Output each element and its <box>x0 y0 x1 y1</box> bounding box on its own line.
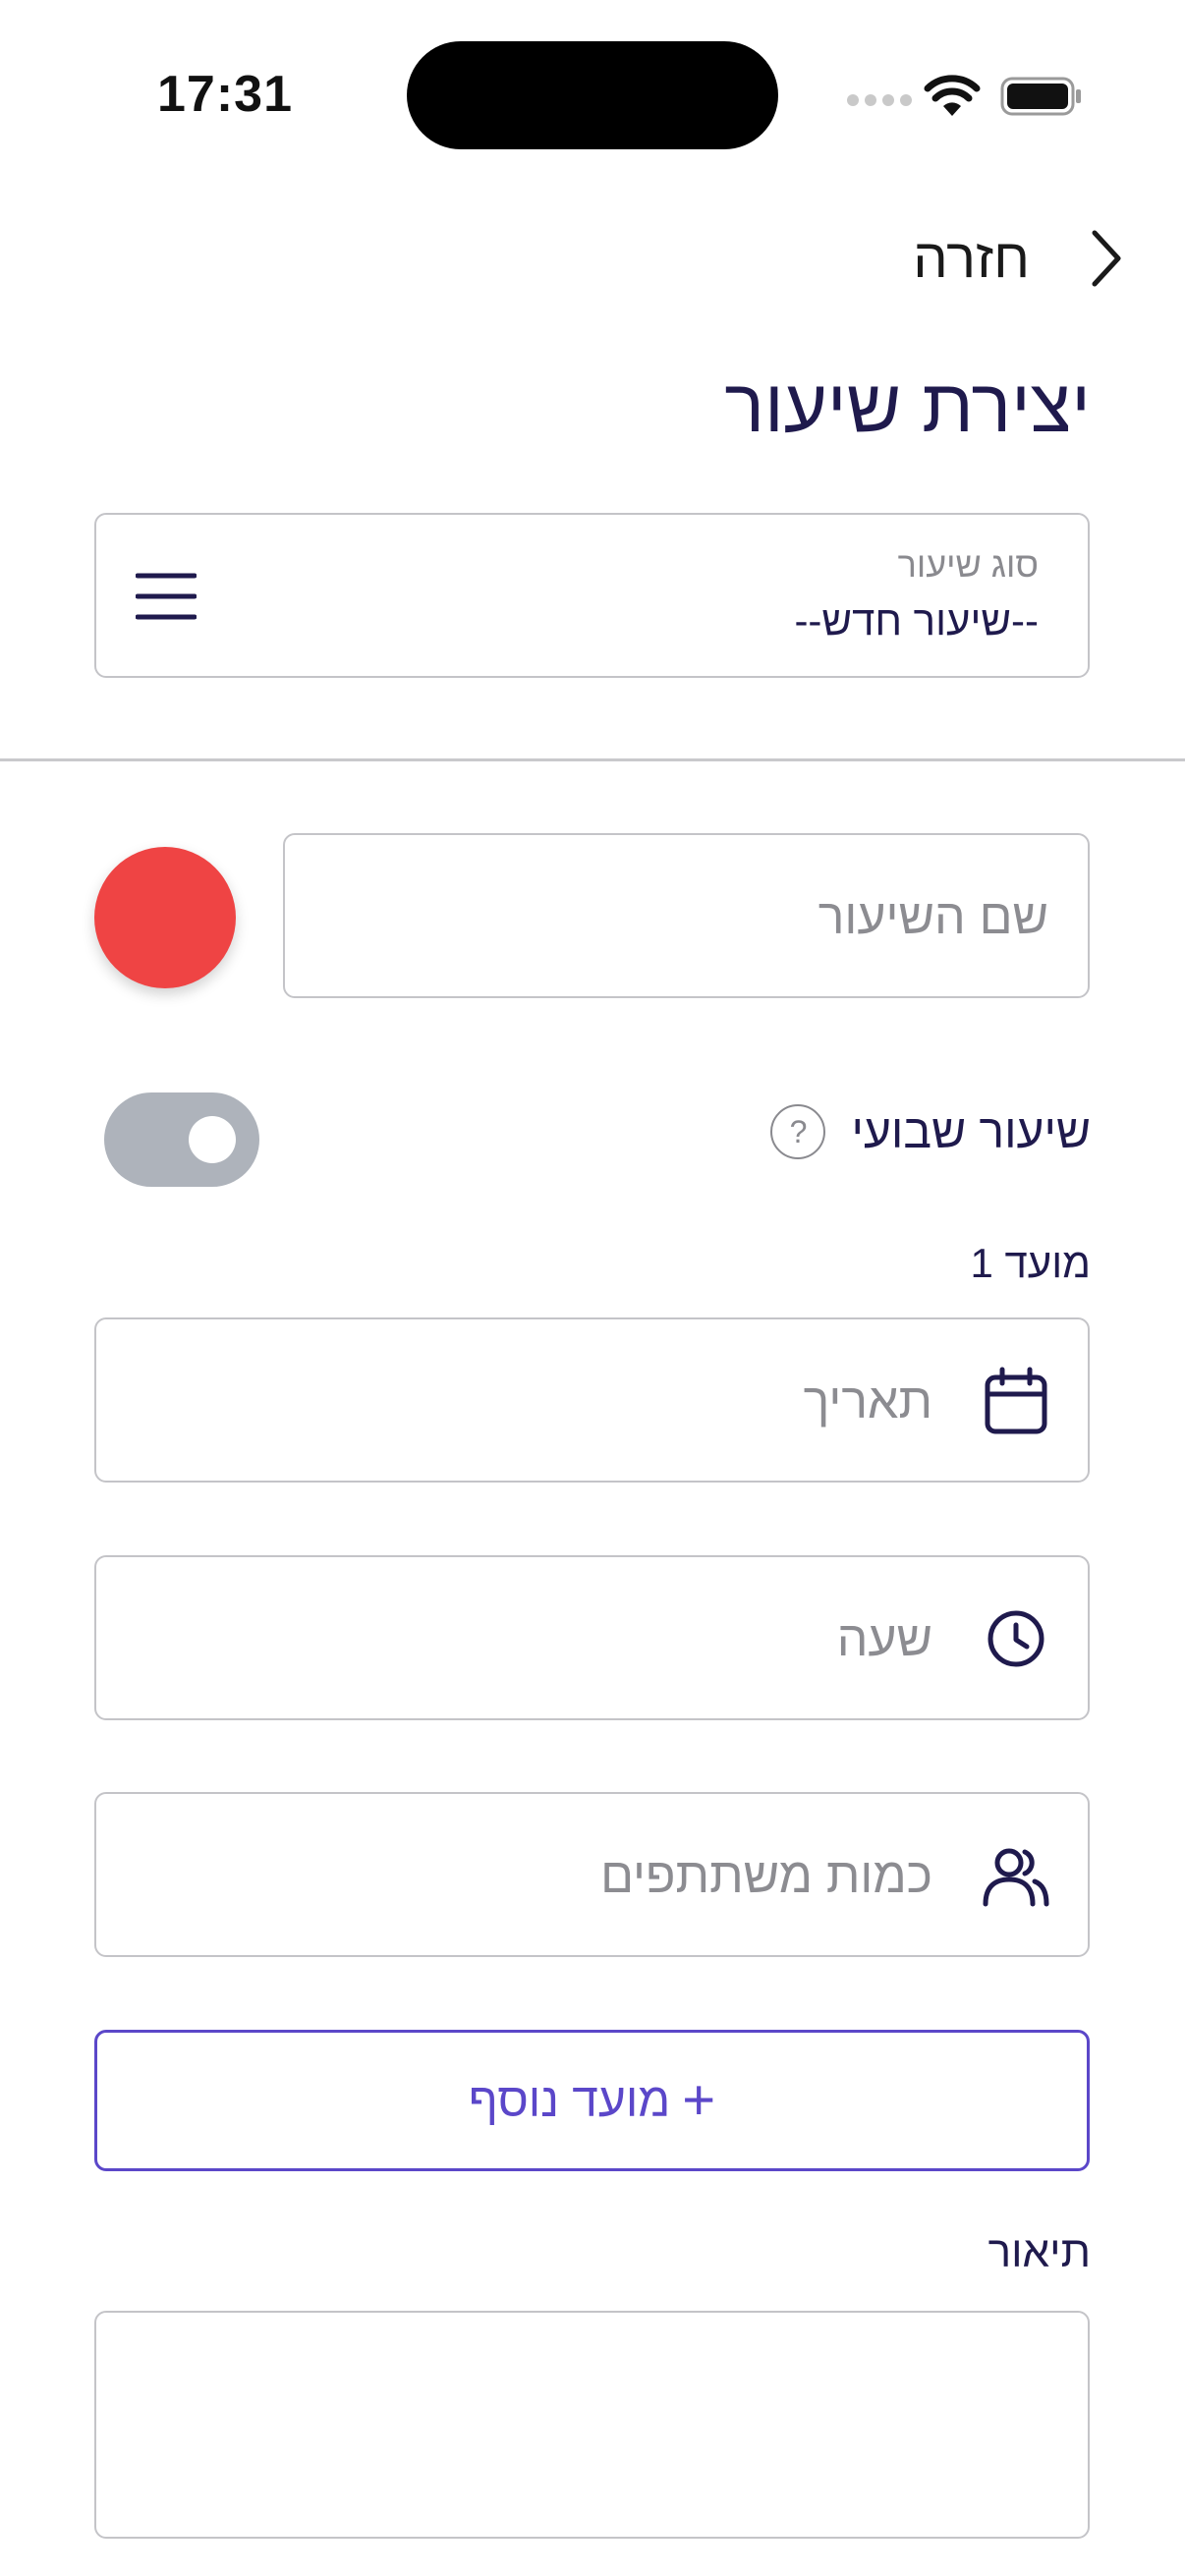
clock-icon <box>988 1610 1044 1667</box>
battery-icon <box>1000 77 1081 116</box>
users-icon <box>983 1848 1049 1907</box>
wifi-icon <box>924 75 981 116</box>
weekly-lesson-row: שיעור שבועי ? <box>770 1104 1091 1159</box>
lesson-name-input[interactable]: שם השיעור <box>283 833 1090 998</box>
page-title: יצירת שיעור <box>724 364 1091 448</box>
lesson-type-select[interactable]: סוג שיעור --שיעור חדש-- <box>94 513 1090 678</box>
description-textarea[interactable] <box>94 2311 1090 2539</box>
toggle-knob <box>189 1116 236 1163</box>
back-label: חזרה <box>913 227 1030 289</box>
session-label: מועד 1 <box>970 1240 1091 1286</box>
dynamic-island <box>407 41 778 149</box>
weekly-lesson-toggle[interactable] <box>104 1092 259 1187</box>
calendar-icon <box>985 1367 1047 1434</box>
menu-icon <box>136 573 197 620</box>
lesson-type-value: --שיעור חדש-- <box>794 597 1039 644</box>
add-session-button[interactable]: + מועד נוסף <box>94 2030 1090 2171</box>
time-placeholder: שעה <box>836 1611 932 1666</box>
color-picker-button[interactable] <box>94 847 236 988</box>
time-field[interactable]: שעה <box>94 1555 1090 1720</box>
chevron-right-icon <box>1092 230 1121 286</box>
section-divider <box>0 758 1185 761</box>
back-button[interactable]: חזרה <box>913 226 1124 290</box>
help-icon[interactable]: ? <box>770 1104 826 1159</box>
lesson-type-label: סוג שיעור <box>897 544 1039 585</box>
participants-placeholder: כמות משתתפים <box>600 1848 932 1903</box>
weekly-lesson-label: שיעור שבועי <box>851 1105 1091 1158</box>
date-field[interactable]: תאריך <box>94 1317 1090 1483</box>
cellular-signal-icon <box>847 94 912 106</box>
date-placeholder: תאריך <box>803 1373 932 1428</box>
lesson-name-placeholder: שם השיעור <box>818 889 1048 944</box>
plus-icon: + <box>682 2068 716 2132</box>
status-time: 17:31 <box>157 66 293 123</box>
add-session-label: מועד נוסף <box>468 2074 671 2127</box>
participants-field[interactable]: כמות משתתפים <box>94 1792 1090 1957</box>
description-label: תיאור <box>988 2228 1091 2276</box>
